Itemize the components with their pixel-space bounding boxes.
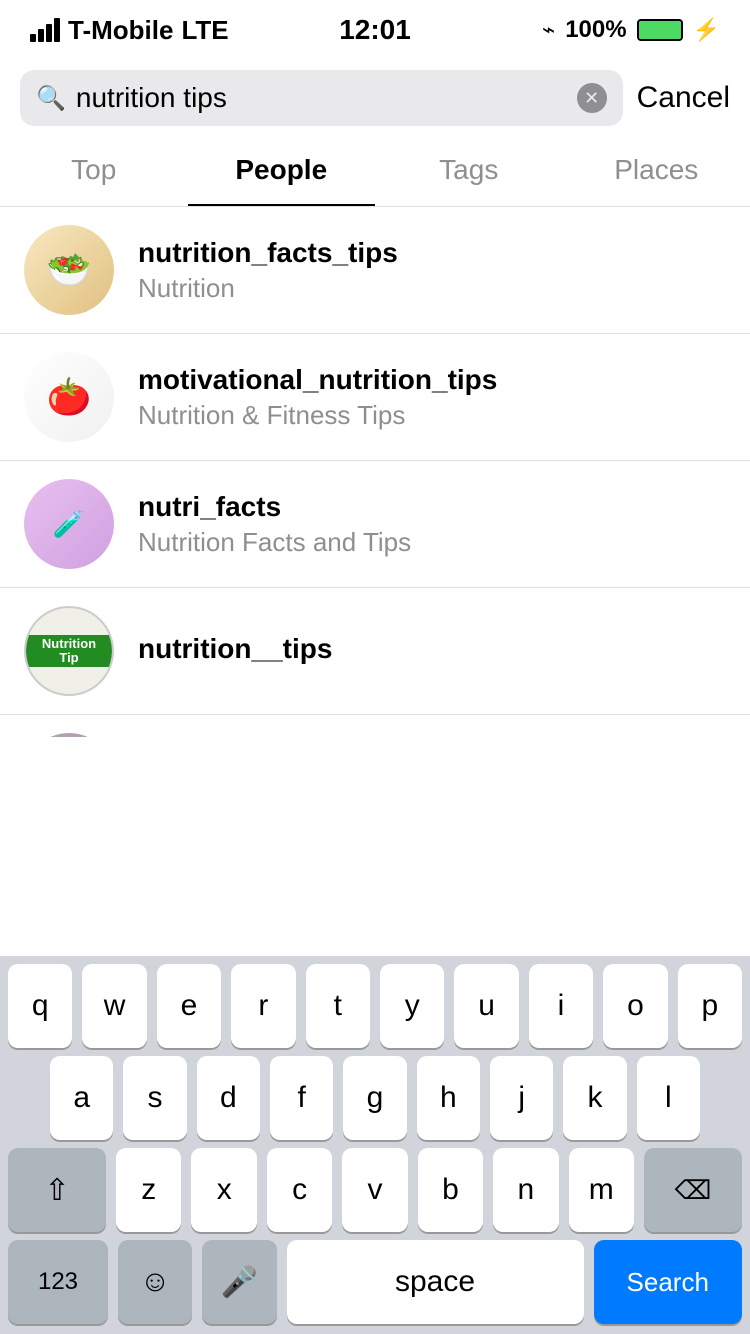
key-x[interactable]: x: [191, 1148, 256, 1232]
key-d[interactable]: d: [197, 1056, 260, 1140]
status-bar: T-Mobile LTE 12:01 ⌁ 100% ⚡: [0, 0, 750, 60]
key-v[interactable]: v: [342, 1148, 407, 1232]
key-t[interactable]: t: [306, 964, 370, 1048]
key-n[interactable]: n: [493, 1148, 558, 1232]
list-item[interactable]: 🥗 nutrition_facts_tips Nutrition: [0, 207, 750, 334]
avatar: 🍅: [24, 352, 114, 442]
username: nutri_facts: [138, 491, 726, 523]
avatar: NutritionTip: [24, 606, 114, 696]
keyboard-row-4: 123 ☺ 🎤 space Search: [0, 1232, 750, 1324]
space-key[interactable]: space: [287, 1240, 584, 1324]
avatar: 🧪: [24, 479, 114, 569]
username: nutrition__tips: [138, 633, 726, 665]
key-r[interactable]: r: [231, 964, 295, 1048]
key-o[interactable]: o: [603, 964, 667, 1048]
cancel-button[interactable]: Cancel: [637, 81, 730, 115]
bio: Nutrition: [138, 273, 726, 304]
list-item[interactable]: 👩 hlmfit Fitness & Nutrition Tips: [0, 715, 750, 737]
key-j[interactable]: j: [490, 1056, 553, 1140]
result-info: nutrition__tips: [138, 633, 726, 669]
key-g[interactable]: g: [343, 1056, 406, 1140]
search-input-wrap[interactable]: 🔍 nutrition tips ✕: [20, 70, 623, 126]
key-i[interactable]: i: [529, 964, 593, 1048]
keyboard-row-3: ⇧ z x c v b n m ⌫: [0, 1140, 750, 1232]
key-b[interactable]: b: [418, 1148, 483, 1232]
avatar: 🥗: [24, 225, 114, 315]
tab-top[interactable]: Top: [0, 136, 188, 206]
tab-places[interactable]: Places: [563, 136, 750, 206]
key-c[interactable]: c: [267, 1148, 332, 1232]
keyboard-row-2: a s d f g h j k l: [0, 1048, 750, 1140]
keyboard: q w e r t y u i o p a s d f g h j k l ⇧ …: [0, 956, 750, 1334]
key-p[interactable]: p: [678, 964, 742, 1048]
key-y[interactable]: y: [380, 964, 444, 1048]
key-m[interactable]: m: [569, 1148, 634, 1232]
key-u[interactable]: u: [454, 964, 518, 1048]
numbers-key[interactable]: 123: [8, 1240, 108, 1324]
avatar: 👩: [24, 733, 114, 737]
carrier-info: T-Mobile LTE: [30, 15, 229, 46]
result-info: nutri_facts Nutrition Facts and Tips: [138, 491, 726, 558]
bluetooth-icon: ⌁: [542, 17, 555, 43]
status-time: 12:01: [339, 14, 411, 46]
tabs-bar: Top People Tags Places: [0, 136, 750, 207]
search-button[interactable]: Search: [594, 1240, 743, 1324]
result-info: motivational_nutrition_tips Nutrition & …: [138, 364, 726, 431]
avatar-image: 🥗: [47, 249, 92, 291]
key-h[interactable]: h: [417, 1056, 480, 1140]
username: motivational_nutrition_tips: [138, 364, 726, 396]
results-list: 🥗 nutrition_facts_tips Nutrition 🍅 motiv…: [0, 207, 750, 737]
key-w[interactable]: w: [82, 964, 146, 1048]
username: nutrition_facts_tips: [138, 237, 726, 269]
tab-people[interactable]: People: [188, 136, 376, 206]
key-a[interactable]: a: [50, 1056, 113, 1140]
bio: Nutrition & Fitness Tips: [138, 400, 726, 431]
battery-percent: 100%: [565, 16, 626, 44]
key-e[interactable]: e: [157, 964, 221, 1048]
list-item[interactable]: 🍅 motivational_nutrition_tips Nutrition …: [0, 334, 750, 461]
clear-button[interactable]: ✕: [577, 83, 607, 113]
bio: Nutrition Facts and Tips: [138, 527, 726, 558]
signal-icon: [30, 18, 60, 42]
list-item[interactable]: NutritionTip nutrition__tips: [0, 588, 750, 715]
search-input[interactable]: nutrition tips: [76, 82, 567, 114]
key-l[interactable]: l: [637, 1056, 700, 1140]
shift-key[interactable]: ⇧: [8, 1148, 106, 1232]
emoji-key[interactable]: ☺: [118, 1240, 192, 1324]
search-icon: 🔍: [36, 84, 66, 113]
key-z[interactable]: z: [116, 1148, 181, 1232]
key-k[interactable]: k: [563, 1056, 626, 1140]
list-item[interactable]: 🧪 nutri_facts Nutrition Facts and Tips: [0, 461, 750, 588]
avatar-image: 🧪: [53, 509, 85, 540]
key-q[interactable]: q: [8, 964, 72, 1048]
battery-icon: [637, 19, 683, 41]
key-f[interactable]: f: [270, 1056, 333, 1140]
backspace-key[interactable]: ⌫: [644, 1148, 742, 1232]
mic-key[interactable]: 🎤: [202, 1240, 276, 1324]
search-bar: 🔍 nutrition tips ✕ Cancel: [0, 60, 750, 136]
key-s[interactable]: s: [123, 1056, 186, 1140]
status-right: ⌁ 100% ⚡: [542, 16, 720, 44]
avatar-image: 🍅: [47, 376, 92, 418]
tab-tags[interactable]: Tags: [375, 136, 563, 206]
keyboard-row-1: q w e r t y u i o p: [0, 956, 750, 1048]
result-info: nutrition_facts_tips Nutrition: [138, 237, 726, 304]
charge-icon: ⚡: [693, 17, 720, 43]
network-type: LTE: [181, 15, 228, 46]
carrier-name: T-Mobile: [68, 15, 173, 46]
